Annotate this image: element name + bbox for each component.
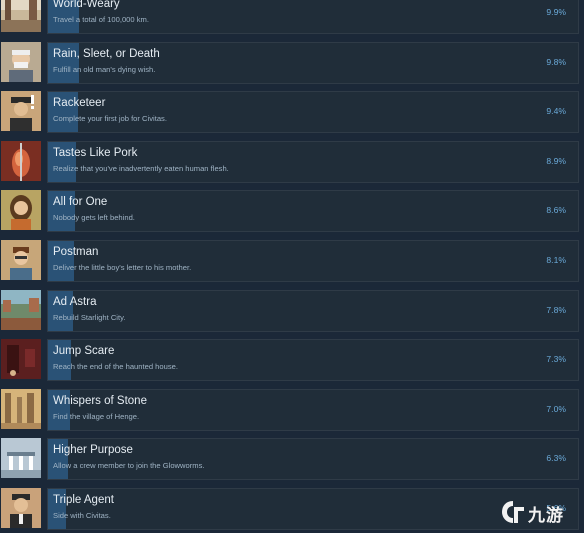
unlock-percentage: 6.3%: [546, 453, 566, 464]
achievement-progress-bar: World-Weary Travel a total of 100,000 km.…: [47, 0, 579, 34]
achievement-progress-bar: Racketeer Complete your first job for Civ…: [47, 91, 579, 134]
unlock-percentage: 8.1%: [546, 254, 566, 265]
achievement-description: Rebuild Starlight City.: [53, 312, 126, 322]
achievement-description: Realize that you've inadvertently eaten …: [53, 163, 229, 173]
unlock-percentage: 7.0%: [546, 403, 566, 414]
achievement-progress-bar: Higher Purpose Allow a crew member to joi…: [47, 438, 579, 481]
achievement-progress-bar: Jump Scare Reach the end of the haunted h…: [47, 339, 579, 382]
achievement-title: World-Weary: [53, 0, 120, 10]
shrine-icon: [1, 438, 41, 479]
boy-portrait-icon: [1, 239, 41, 280]
achievement-title: Ad Astra: [53, 295, 97, 308]
achievement-row[interactable]: Triple Agent Side with Civitas. 5.6%: [0, 483, 584, 533]
achievement-row[interactable]: All for One Nobody gets left behind. 8.6%: [0, 185, 584, 235]
gangster-portrait-icon: [1, 91, 41, 132]
achievement-description: Complete your first job for Civitas.: [53, 114, 167, 124]
haunted-room-icon: [1, 339, 41, 380]
achievement-row[interactable]: Ad Astra Rebuild Starlight City. 7.8%: [0, 285, 584, 335]
achievement-row[interactable]: Rain, Sleet, or Death Fulfill an old man'…: [0, 37, 584, 87]
stone-village-icon: [1, 388, 41, 429]
achievement-description: Reach the end of the haunted house.: [53, 362, 178, 372]
achievement-description: Side with Civitas.: [53, 510, 111, 520]
achievement-title: Jump Scare: [53, 345, 115, 358]
girl-portrait-icon: [1, 190, 41, 231]
achievement-title: Whispers of Stone: [53, 394, 147, 407]
watermark-text: 九游: [528, 506, 564, 526]
unlock-percentage: 8.6%: [546, 205, 566, 216]
achievement-row[interactable]: Tastes Like Pork Realize that you've inad…: [0, 136, 584, 186]
achievement-progress-bar: Ad Astra Rebuild Starlight City. 7.8%: [47, 289, 579, 332]
achievement-row[interactable]: Racketeer Complete your first job for Civ…: [0, 86, 584, 136]
unlock-percentage: 9.4%: [546, 106, 566, 117]
achievement-description: Nobody gets left behind.: [53, 213, 135, 223]
achievement-list: World-Weary Travel a total of 100,000 km.…: [0, 0, 584, 533]
unlock-percentage: 7.8%: [546, 304, 566, 315]
roast-meat-icon: [1, 140, 41, 181]
achievement-progress-bar: All for One Nobody gets left behind. 8.6%: [47, 190, 579, 233]
achievement-title: Triple Agent: [53, 493, 114, 506]
achievement-title: Rain, Sleet, or Death: [53, 47, 160, 60]
achievement-row[interactable]: Postman Deliver the little boy's letter t…: [0, 235, 584, 285]
achievement-description: Find the village of Henge.: [53, 411, 140, 421]
achievement-row[interactable]: Higher Purpose Allow a crew member to joi…: [0, 433, 584, 483]
achievement-description: Allow a crew member to join the Glowworm…: [53, 461, 205, 471]
achievement-title: Postman: [53, 245, 99, 258]
achievement-description: Travel a total of 100,000 km.: [53, 15, 149, 24]
agent-portrait-icon: [1, 487, 41, 528]
achievement-title: Higher Purpose: [53, 444, 133, 457]
unlock-percentage: 9.8%: [546, 56, 566, 67]
achievement-progress-bar: Rain, Sleet, or Death Fulfill an old man'…: [47, 41, 579, 84]
unlock-percentage: 8.9%: [546, 155, 566, 166]
watermark-logo: 九游: [500, 499, 578, 526]
achievement-title: Racketeer: [53, 97, 106, 110]
achievement-description: Deliver the little boy's letter to his m…: [53, 262, 192, 272]
road-landscape-icon: [1, 0, 41, 32]
achievement-progress-bar: Postman Deliver the little boy's letter t…: [47, 239, 579, 282]
achievement-title: Tastes Like Pork: [53, 146, 138, 159]
unlock-percentage: 7.3%: [546, 354, 566, 365]
achievement-progress-bar: Tastes Like Pork Realize that you've inad…: [47, 140, 579, 183]
achievement-row[interactable]: Whispers of Stone Find the village of Hen…: [0, 384, 584, 434]
watermark-mark-icon: [502, 501, 524, 523]
achievement-title: All for One: [53, 196, 108, 209]
achievement-progress-bar: Whispers of Stone Find the village of Hen…: [47, 388, 579, 431]
old-man-portrait-icon: [1, 41, 41, 82]
achievement-row[interactable]: Jump Scare Reach the end of the haunted h…: [0, 334, 584, 384]
unlock-percentage: 9.9%: [546, 7, 566, 17]
achievement-description: Fulfill an old man's dying wish.: [53, 64, 156, 74]
achievement-row[interactable]: World-Weary Travel a total of 100,000 km.…: [0, 0, 584, 37]
city-walls-icon: [1, 289, 41, 330]
